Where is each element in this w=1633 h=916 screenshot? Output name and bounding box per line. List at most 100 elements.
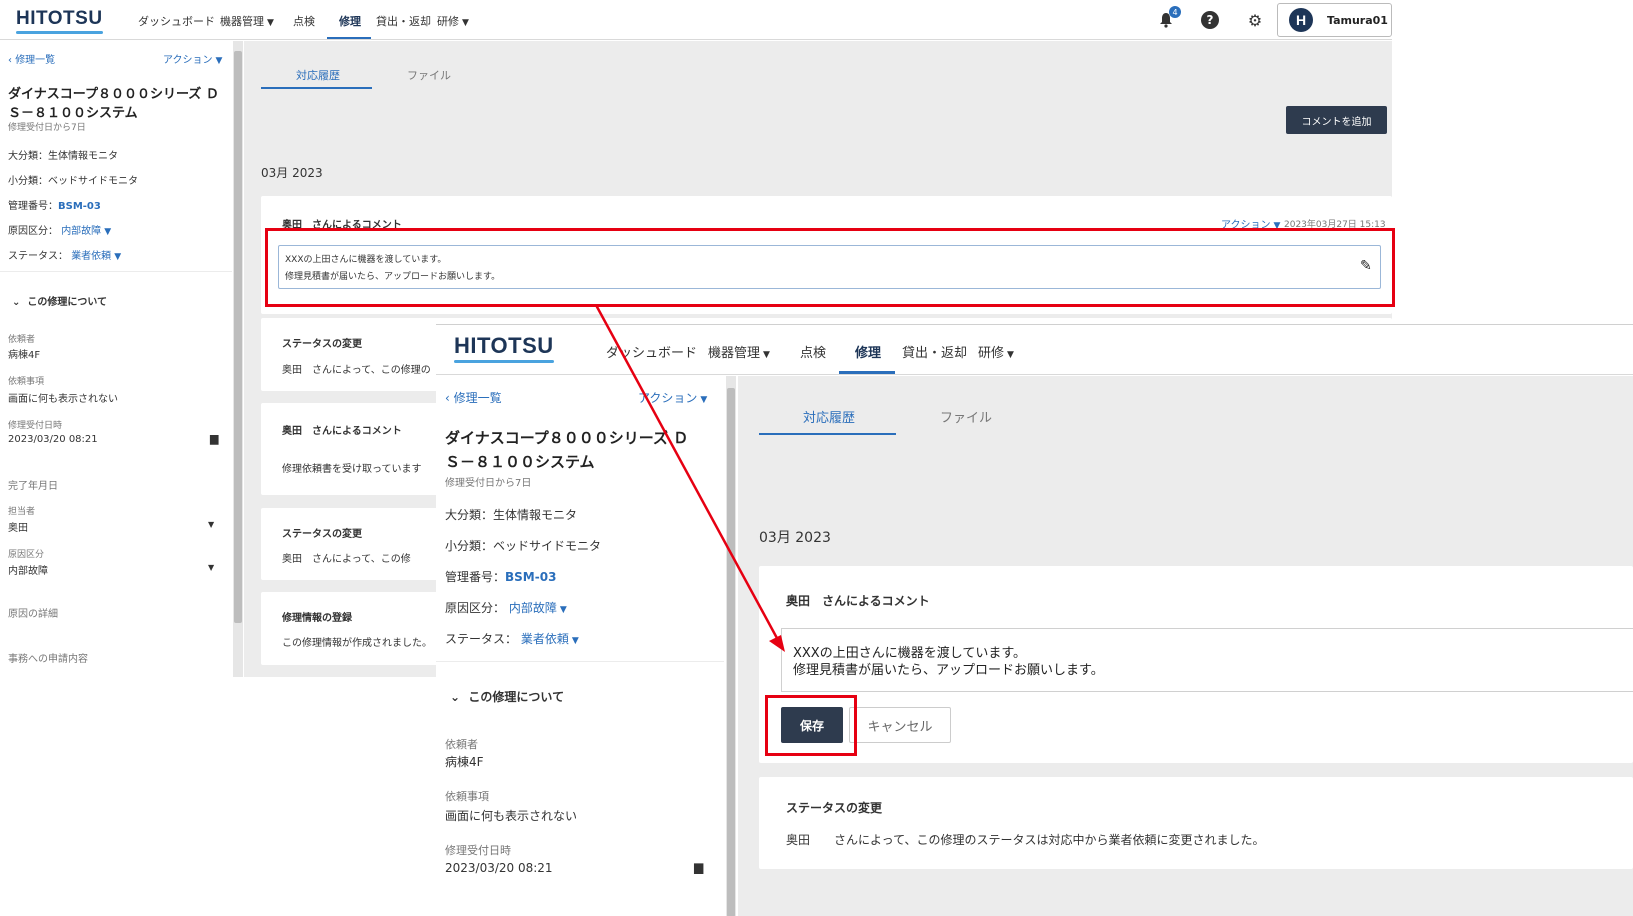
received-label: 修理受付日時: [445, 844, 511, 857]
status-dropdown[interactable]: 業者依頼 ▼: [521, 632, 579, 646]
bell-icon[interactable]: 4: [1157, 6, 1181, 29]
completed-label[interactable]: 完了年月日: [8, 477, 58, 492]
tab-files[interactable]: ファイル: [407, 67, 451, 83]
minor-category: 小分類：ベッドサイドモニタ: [445, 539, 602, 553]
tab-files[interactable]: ファイル: [940, 407, 992, 426]
registration-title: 修理情報の登録: [282, 613, 352, 624]
received-label: 修理受付日時: [8, 421, 63, 431]
request-label: 依頼事項: [445, 790, 489, 803]
about-section-toggle[interactable]: ⌄ この修理について: [12, 293, 107, 308]
elapsed-days: 修理受付日から7日: [8, 123, 86, 133]
main-panel: 対応履歴 ファイル 03月 2023 奥田 さんによるコメント XXXの上田さん…: [738, 376, 1633, 916]
back-to-list-link[interactable]: ‹ 修理一覧: [445, 389, 502, 406]
cancel-button[interactable]: キャンセル: [849, 707, 951, 743]
sidebar-scrollbar[interactable]: [233, 41, 243, 677]
major-category: 大分類：生体情報モニタ: [445, 508, 578, 522]
status-card-title: ステータスの変更: [282, 339, 362, 350]
equipment-title: ダイナスコープ８０００シリーズ Ｄ: [8, 87, 219, 102]
nav-repair[interactable]: 修理: [339, 13, 361, 29]
nav-training[interactable]: 研修 ▼: [978, 342, 1014, 361]
asset-number: 管理番号：BSM-03: [8, 201, 101, 212]
received-value[interactable]: 2023/03/20 08:21: [445, 861, 553, 875]
chevron-down-icon: ▼: [462, 18, 469, 28]
hitotsu-logo[interactable]: HITOTSU: [16, 8, 103, 34]
avatar: H: [1289, 8, 1313, 32]
comment-2-title: 奥田 さんによるコメント: [282, 426, 402, 437]
help-icon[interactable]: ?: [1201, 11, 1219, 29]
cause-field-select[interactable]: 内部故障: [8, 562, 48, 577]
nav-equipment[interactable]: 機器管理 ▼: [708, 342, 770, 361]
nav-inspection[interactable]: 点検: [800, 342, 826, 361]
chevron-down-icon: ▼: [208, 520, 215, 529]
active-nav-indicator: [327, 37, 371, 39]
chevron-down-icon: ▼: [1007, 350, 1014, 360]
nav-inspection[interactable]: 点検: [293, 13, 315, 29]
cause-detail-field[interactable]: 原因の詳細: [8, 605, 58, 620]
equipment-title-line2: Ｓ－８１００システム: [445, 453, 595, 471]
status-card-2-title: ステータスの変更: [282, 529, 362, 540]
scrollbar-thumb[interactable]: [727, 388, 735, 916]
divider: [0, 271, 232, 272]
nav-training[interactable]: 研修 ▼: [437, 13, 469, 29]
status-card-text: 奥田 さんによって、この修理のステータスは対応中から業者依頼に変更されました。: [786, 833, 1265, 847]
comment-edit-card: 奥田 さんによるコメント XXXの上田さんに機器を渡しています。 修理見積書が届…: [759, 566, 1633, 763]
sidebar-action-menu[interactable]: アクション ▼: [638, 389, 707, 406]
tab-history[interactable]: 対応履歴: [296, 67, 340, 83]
active-tab-indicator: [759, 433, 896, 435]
add-comment-button[interactable]: コメントを追加: [1286, 106, 1387, 134]
received-value[interactable]: 2023/03/20 08:21: [8, 434, 98, 445]
divider: [436, 661, 724, 662]
screenshot-after-zoom: HITOTSU ダッシュボード 機器管理 ▼ 点検 修理 貸出・返却 研修 ▼ ‹ …: [436, 324, 1633, 916]
request-value: 画面に何も表示されない: [8, 394, 118, 405]
cause-dropdown[interactable]: 内部故障 ▼: [61, 226, 111, 237]
minor-category: 小分類：ベッドサイドモニタ: [8, 176, 138, 187]
status: ステータス： 業者依頼 ▼: [8, 251, 122, 262]
registration-text: この修理情報が作成されました。: [282, 638, 432, 649]
comment-edit-textarea[interactable]: XXXの上田さんに機器を渡しています。 修理見積書が届いたら、アップロードお願い…: [781, 628, 1633, 692]
requester-value: 病棟4F: [445, 755, 484, 769]
active-tab-indicator: [261, 87, 372, 89]
active-nav-indicator: [839, 371, 895, 374]
chevron-down-icon: ▼: [267, 18, 274, 28]
calendar-icon[interactable]: ▆: [694, 860, 703, 874]
office-request-field[interactable]: 事務への申請内容: [8, 650, 88, 665]
nav-lending[interactable]: 貸出・返却: [376, 13, 431, 29]
nav-equipment[interactable]: 機器管理 ▼: [220, 13, 274, 29]
assignee-select[interactable]: 奥田: [8, 519, 28, 534]
user-menu[interactable]: H Tamura01: [1277, 3, 1392, 37]
repair-sidebar: ‹ 修理一覧 アクション ▼ ダイナスコープ８０００シリーズ Ｄ Ｓ－８１００シス…: [0, 41, 232, 700]
equipment-title-line2: Ｓ－８１００システム: [8, 106, 138, 121]
about-section-toggle[interactable]: ⌄ この修理について: [450, 688, 564, 705]
status-card-text: 奥田 さんによって、この修理の: [282, 365, 431, 376]
nav-dashboard[interactable]: ダッシュボード: [138, 13, 215, 29]
top-navigation: HITOTSU ダッシュボード 機器管理 ▼ 点検 修理 貸出・返却 研修 ▼: [436, 325, 1633, 375]
nav-lending[interactable]: 貸出・返却: [902, 342, 967, 361]
chevron-down-icon: ⌄: [450, 690, 461, 704]
requester-label: 依頼者: [8, 335, 36, 345]
asset-number: 管理番号：BSM-03: [445, 570, 557, 584]
status-dropdown[interactable]: 業者依頼 ▼: [71, 251, 121, 262]
nav-dashboard[interactable]: ダッシュボード: [606, 342, 697, 361]
comment-2-text: 修理依頼書を受け取っています: [282, 464, 422, 475]
top-navigation: HITOTSU ダッシュボード 機器管理 ▼ 点検 修理 貸出・返却 研修 ▼ 4 …: [0, 0, 1392, 40]
gear-icon[interactable]: ⚙: [1246, 11, 1264, 30]
requester-label: 依頼者: [445, 738, 478, 751]
tab-history[interactable]: 対応履歴: [803, 407, 855, 426]
request-label: 依頼事項: [8, 377, 45, 387]
calendar-icon[interactable]: ▆: [210, 432, 218, 445]
sidebar-scrollbar[interactable]: [726, 376, 736, 916]
status-card-title: ステータスの変更: [786, 801, 883, 815]
sidebar-action-menu[interactable]: アクション ▼: [163, 51, 222, 66]
equipment-title: ダイナスコープ８０００シリーズ Ｄ: [445, 429, 689, 447]
cause-dropdown[interactable]: 内部故障 ▼: [509, 601, 567, 615]
back-to-list-link[interactable]: ‹ 修理一覧: [8, 51, 55, 66]
notification-badge: 4: [1169, 6, 1181, 18]
comment-line-2: 修理見積書が届いたら、アップロードお願いします。: [793, 663, 1104, 678]
scrollbar-thumb[interactable]: [234, 51, 242, 623]
month-heading: 03月 2023: [759, 530, 831, 546]
elapsed-days: 修理受付日から7日: [445, 478, 532, 489]
request-value: 画面に何も表示されない: [445, 809, 578, 823]
nav-repair[interactable]: 修理: [855, 342, 881, 361]
hitotsu-logo[interactable]: HITOTSU: [454, 333, 554, 363]
cause-category: 原因区分： 内部故障 ▼: [445, 601, 567, 615]
